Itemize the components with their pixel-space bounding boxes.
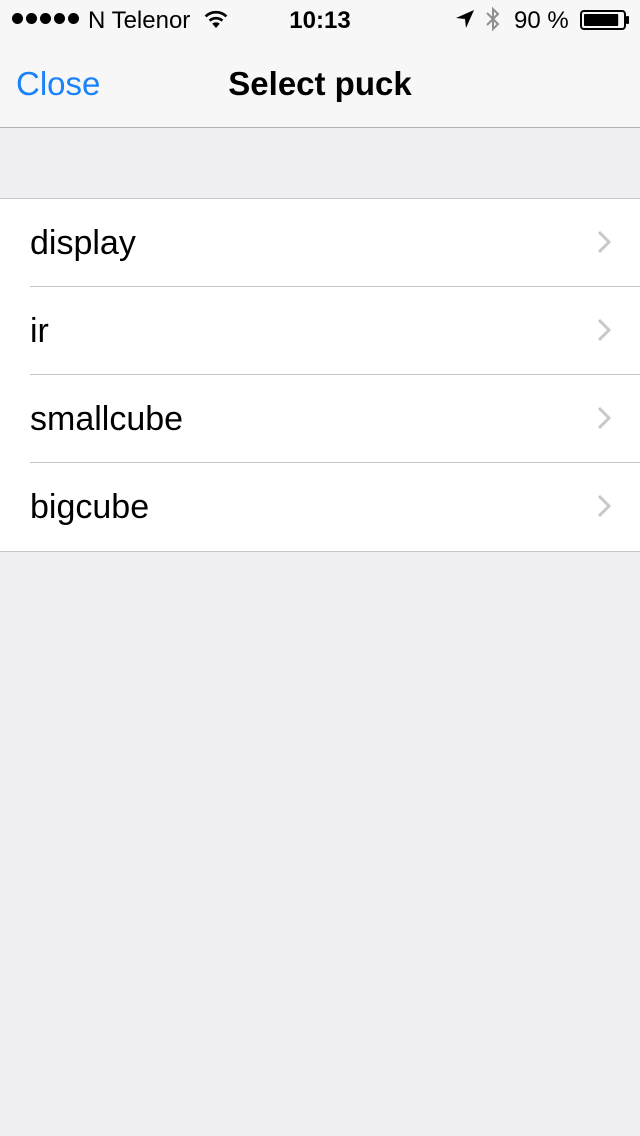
screen: N Telenor 10:13 90 % Close Select puck d…: [0, 0, 640, 1136]
close-button[interactable]: Close: [16, 64, 100, 104]
status-bar: N Telenor 10:13 90 %: [0, 0, 640, 40]
chevron-right-icon: [597, 494, 611, 518]
list-item-label: smallcube: [30, 400, 184, 438]
list-item-bigcube[interactable]: bigcube: [0, 463, 640, 551]
chevron-right-icon: [597, 318, 611, 342]
puck-list: display ir smallcube bigcube: [0, 198, 640, 552]
list-item-label: display: [30, 224, 136, 262]
location-arrow-icon: [456, 10, 474, 28]
navigation-bar: Close Select puck: [0, 40, 640, 128]
list-item-label: bigcube: [30, 488, 150, 526]
list-item-smallcube[interactable]: smallcube: [0, 375, 640, 463]
list-item-display[interactable]: display: [0, 199, 640, 287]
chevron-right-icon: [597, 406, 611, 430]
bluetooth-icon: [486, 6, 500, 32]
list-item-ir[interactable]: ir: [0, 287, 640, 375]
battery-percent: 90 %: [514, 7, 569, 34]
top-chrome: N Telenor 10:13 90 % Close Select puck: [0, 0, 640, 128]
chevron-right-icon: [597, 230, 611, 254]
list-item-label: ir: [30, 312, 49, 350]
battery-icon: [580, 10, 629, 30]
